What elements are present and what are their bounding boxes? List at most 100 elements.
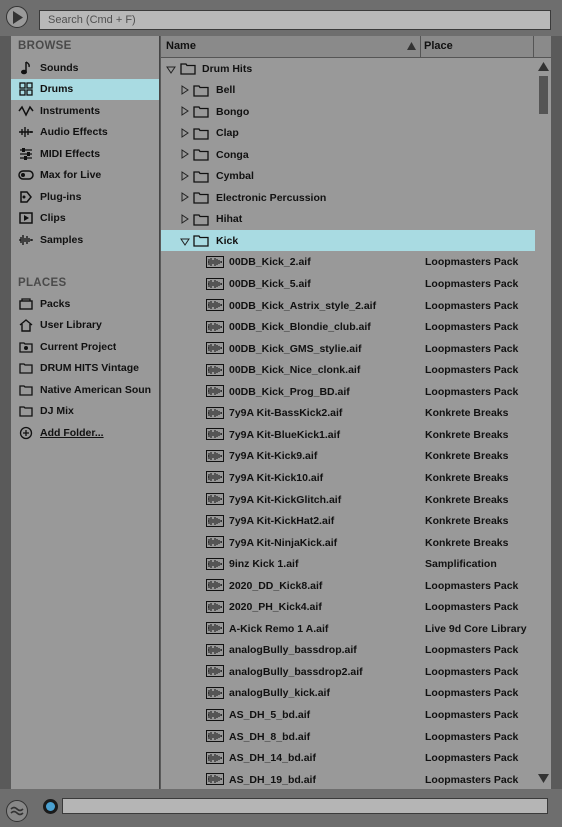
folder-row[interactable]: Cymbal [161, 166, 535, 187]
add-icon [16, 426, 36, 440]
item-name: Bongo [216, 105, 250, 118]
sidebar-item-clips[interactable]: Clips [11, 208, 159, 229]
sidebar-item-drum-hits-vintage[interactable]: DRUM HITS Vintage [11, 358, 159, 379]
item-name: A-Kick Remo 1 A.aif [229, 622, 329, 635]
max-for-live-icon [16, 169, 36, 181]
scroll-thumb[interactable] [539, 76, 548, 114]
sidebar-item-current-project[interactable]: Current Project [11, 336, 159, 357]
column-divider[interactable] [420, 36, 421, 58]
file-row[interactable]: 00DB_Kick_5.aif Loopmasters Pack [161, 274, 535, 295]
file-row[interactable]: AS_DH_5_bd.aif Loopmasters Pack [161, 705, 535, 726]
sidebar-item-instruments[interactable]: Instruments [11, 100, 159, 121]
sidebar-item-plug-ins[interactable]: Plug-ins [11, 186, 159, 207]
file-row[interactable]: 00DB_Kick_Prog_BD.aif Loopmasters Pack [161, 381, 535, 402]
disclosure-open-icon[interactable] [180, 237, 190, 247]
file-row[interactable]: 7y9A Kit-BassKick2.aif Konkrete Breaks [161, 403, 535, 424]
sidebar-item-add-folder[interactable]: Add Folder... [11, 422, 159, 443]
disclosure-closed-icon[interactable] [181, 149, 191, 160]
file-row[interactable]: 7y9A Kit-KickGlitch.aif Konkrete Breaks [161, 489, 535, 510]
audio-file-icon [206, 536, 224, 551]
folder-icon [193, 234, 209, 250]
plugin-icon [16, 190, 36, 204]
file-row[interactable]: analogBully_bassdrop.aif Loopmasters Pack [161, 640, 535, 661]
file-row[interactable]: 7y9A Kit-Kick9.aif Konkrete Breaks [161, 446, 535, 467]
sidebar-item-label: DJ Mix [40, 405, 74, 417]
disclosure-closed-icon[interactable] [181, 84, 191, 95]
folder-row[interactable]: Bongo [161, 101, 535, 122]
disclosure-closed-icon[interactable] [181, 213, 191, 224]
folder-row[interactable]: Electronic Percussion [161, 187, 535, 208]
sidebar-item-native-american-soun[interactable]: Native American Soun [11, 379, 159, 400]
sidebar-item-packs[interactable]: Packs [11, 293, 159, 314]
file-row[interactable]: 00DB_Kick_2.aif Loopmasters Pack [161, 252, 535, 273]
file-row[interactable]: 7y9A Kit-KickHat2.aif Konkrete Breaks [161, 511, 535, 532]
audio-file-icon [206, 428, 224, 443]
file-row[interactable]: 7y9A Kit-Kick10.aif Konkrete Breaks [161, 467, 535, 488]
file-row[interactable]: 7y9A Kit-BlueKick1.aif Konkrete Breaks [161, 424, 535, 445]
disclosure-closed-icon[interactable] [181, 170, 191, 181]
disclosure-closed-icon[interactable] [181, 192, 191, 203]
folder-icon [193, 170, 209, 186]
drum-grid-icon [16, 82, 36, 96]
sidebar-item-label: Sounds [40, 61, 79, 74]
column-divider[interactable] [533, 36, 534, 58]
disclosure-open-icon[interactable] [166, 65, 176, 75]
sidebar-item-samples[interactable]: Samples [11, 229, 159, 250]
item-place: Loopmasters Pack [425, 752, 519, 765]
file-row[interactable]: AS_DH_14_bd.aif Loopmasters Pack [161, 748, 535, 769]
audio-file-icon [206, 514, 224, 530]
folder-row[interactable]: Bell [161, 80, 535, 101]
sidebar-item-label: Packs [40, 297, 71, 310]
sidebar-item-drums[interactable]: Drums [11, 78, 159, 100]
item-name: Electronic Percussion [216, 191, 327, 204]
file-row[interactable]: 00DB_Kick_Blondie_club.aif Loopmasters Pa… [161, 317, 535, 338]
file-row[interactable]: 00DB_Kick_GMS_stylie.aif Loopmasters Pack [161, 338, 535, 359]
file-row[interactable]: 9inz Kick 1.aif Samplification [161, 554, 535, 575]
audio-file-icon [206, 773, 224, 788]
live-logo-icon[interactable] [6, 800, 28, 822]
sidebar-item-audio-effects[interactable]: Audio Effects [11, 122, 159, 143]
file-row[interactable]: 2020_PH_Kick4.aif Loopmasters Pack [161, 597, 535, 618]
scroll-down-icon[interactable] [538, 774, 549, 783]
file-row[interactable]: 7y9A Kit-NinjaKick.aif Konkrete Breaks [161, 532, 535, 553]
column-place[interactable]: Place [424, 40, 453, 52]
preview-play-button[interactable] [6, 6, 28, 28]
search-input[interactable]: Search (Cmd + F) [39, 10, 551, 30]
sidebar-item-label: User Library [40, 319, 102, 331]
file-row[interactable]: 00DB_Kick_Astrix_style_2.aif Loopmasters … [161, 295, 535, 316]
folder-row-open[interactable]: Kick [161, 230, 535, 252]
folder-row[interactable]: Conga [161, 144, 535, 165]
item-name: 00DB_Kick_GMS_stylie.aif [229, 342, 362, 355]
sidebar-item-dj-mix[interactable]: DJ Mix [11, 401, 159, 422]
sidebar-item-sounds[interactable]: Sounds [11, 57, 159, 78]
sidebar-item-midi-effects[interactable]: MIDI Effects [11, 143, 159, 164]
column-name[interactable]: Name [166, 40, 196, 52]
item-name: analogBully_bassdrop2.aif [229, 665, 363, 678]
sidebar-item-label: Audio Effects [40, 126, 108, 138]
file-row[interactable]: analogBully_bassdrop2.aif Loopmasters Pac… [161, 661, 535, 682]
sidebar-item-max-for-live[interactable]: Max for Live [11, 165, 159, 186]
disclosure-closed-icon[interactable] [181, 106, 191, 117]
sort-up-icon[interactable] [407, 42, 416, 50]
item-place: Loopmasters Pack [425, 579, 519, 592]
file-row[interactable]: AS_DH_8_bd.aif Loopmasters Pack [161, 726, 535, 747]
item-name: 2020_DD_Kick8.aif [229, 579, 323, 592]
file-row[interactable]: analogBully_kick.aif Loopmasters Pack [161, 683, 535, 704]
item-place: Loopmasters Pack [425, 364, 519, 377]
disclosure-closed-icon[interactable] [181, 127, 191, 138]
scrollbar[interactable] [535, 58, 551, 789]
item-place: Konkrete Breaks [425, 536, 509, 549]
file-row[interactable]: A-Kick Remo 1 A.aif Live 9d Core Library [161, 618, 535, 639]
sidebar-item-user-library[interactable]: User Library [11, 315, 159, 336]
sidebar-item-label: Clips [40, 212, 66, 224]
folder-row[interactable]: Clap [161, 123, 535, 144]
item-name: analogBully_bassdrop.aif [229, 644, 357, 657]
file-row[interactable]: AS_DH_19_bd.aif Loopmasters Pack [161, 769, 535, 790]
scroll-up-icon[interactable] [538, 62, 549, 71]
file-row[interactable]: 00DB_Kick_Nice_clonk.aif Loopmasters Pack [161, 360, 535, 381]
folder-row[interactable]: Hihat [161, 209, 535, 230]
file-row[interactable]: 2020_DD_Kick8.aif Loopmasters Pack [161, 575, 535, 596]
sidebar-item-label: MIDI Effects [40, 147, 101, 160]
folder-row-root[interactable]: Drum Hits [161, 58, 535, 79]
info-icon[interactable] [43, 799, 58, 814]
